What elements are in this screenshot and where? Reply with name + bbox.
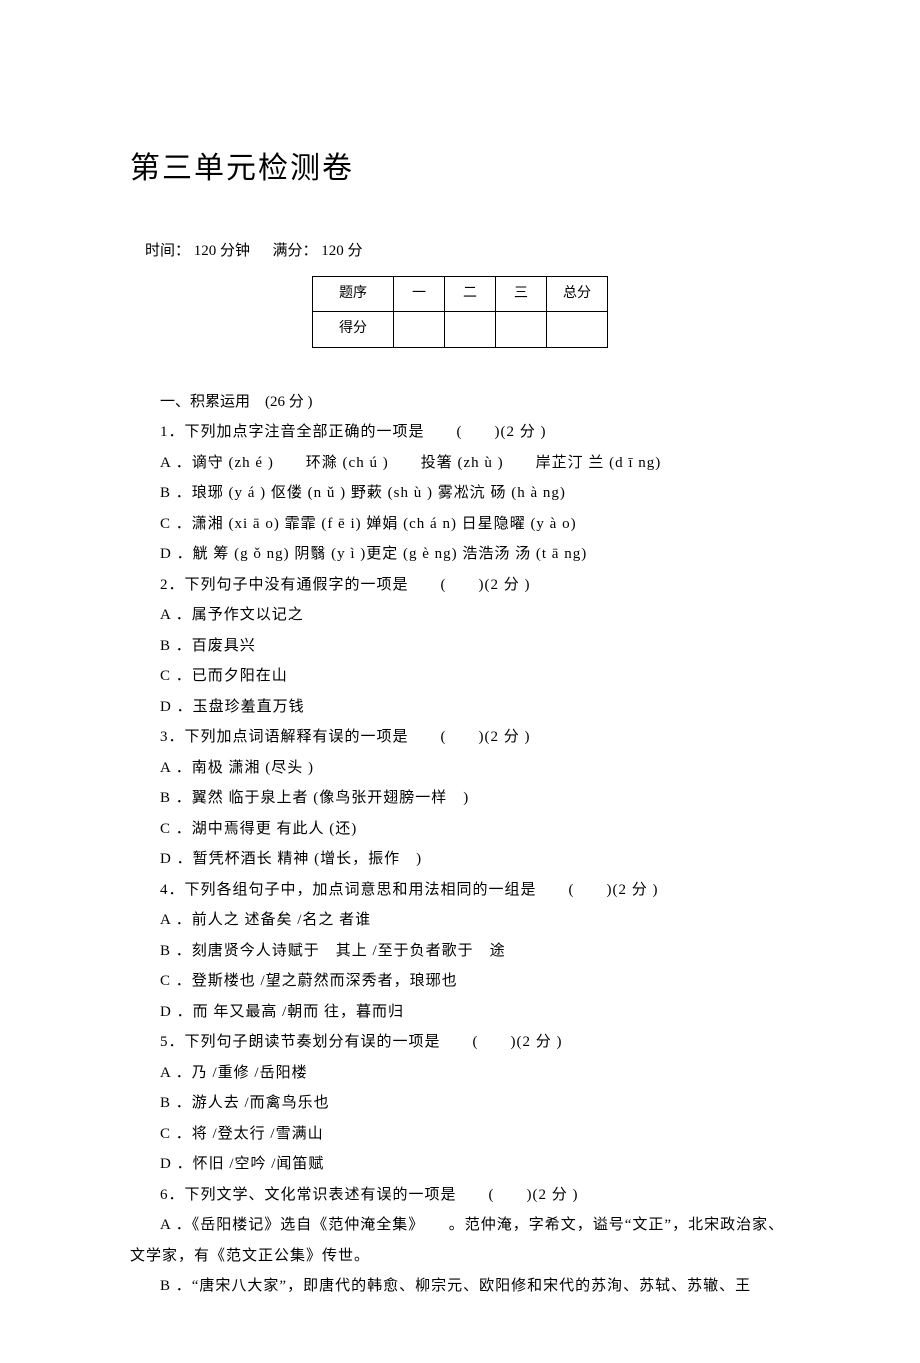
score-table: 题序 一 二 三 总分 得分 [312, 276, 608, 348]
q1: 1．下列加点字注音全部正确的一项是 ( )(2 分 ) [130, 418, 790, 447]
q2: 2．下列句子中没有通假字的一项是 ( )(2 分 ) [130, 571, 790, 600]
table-header-label: 题序 [313, 276, 394, 312]
q4-opt-d: D ．而 年又最高 /朝而 往，暮而归 [130, 998, 790, 1027]
table-score-2 [445, 312, 496, 348]
q6-opt-a-line2: 文学家，有《范文正公集》传世。 [130, 1242, 790, 1271]
q4-opt-b: B ．刻唐贤今人诗赋于 其上 /至于负者歌于 途 [130, 937, 790, 966]
q1-opt-a: A ．谪守 (zh é ) 环滁 (ch ú ) 投箸 (zh ù ) 岸芷汀 … [130, 449, 790, 478]
q3-opt-d: D ．暂凭杯酒长 精神 (增长，振作 ) [130, 845, 790, 874]
q4: 4．下列各组句子中，加点词意思和用法相同的一组是 ( )(2 分 ) [130, 876, 790, 905]
q2-opt-c: C ．已而夕阳在山 [130, 662, 790, 691]
q3-opt-b: B ．翼然 临于泉上者 (像鸟张开翅膀一样 ) [130, 784, 790, 813]
q3: 3．下列加点词语解释有误的一项是 ( )(2 分 ) [130, 723, 790, 752]
q1-opt-d: D ．觥 筹 (g ǒ ng) 阴翳 (y ì )更定 (g è ng) 浩浩汤… [130, 540, 790, 569]
q5-opt-a: A ．乃 /重修 /岳阳楼 [130, 1059, 790, 1088]
full-label: 满分： [273, 243, 318, 259]
q1-opt-b: B ．琅琊 (y á ) 伛偻 (n ǔ ) 野蔌 (sh ù ) 雾凇沆 砀 … [130, 479, 790, 508]
page-title: 第三单元检测卷 [130, 140, 790, 197]
q2-opt-b: B ．百废具兴 [130, 632, 790, 661]
q1-opt-c: C ．潇湘 (xi ā o) 霏霏 (f ē i) 婵娟 (ch á n) 日星… [130, 510, 790, 539]
table-col-2: 二 [445, 276, 496, 312]
full-value: 120 分 [321, 243, 362, 259]
time-label: 时间： [145, 243, 190, 259]
table-col-1: 一 [394, 276, 445, 312]
q6-opt-b: B ．“唐宋八大家”，即唐代的韩愈、柳宗元、欧阳修和宋代的苏洵、苏轼、苏辙、王 [130, 1272, 790, 1301]
q6: 6．下列文学、文化常识表述有误的一项是 ( )(2 分 ) [130, 1181, 790, 1210]
q5-opt-d: D ．怀旧 /空吟 /闻笛赋 [130, 1150, 790, 1179]
time-full-row: 时间： 120 分钟 满分： 120 分 [130, 237, 790, 266]
table-col-total: 总分 [547, 276, 608, 312]
section-1-heading: 一、积累运用 (26 分 ) [130, 388, 790, 417]
q3-opt-a: A ．南极 潇湘 (尽头 ) [130, 754, 790, 783]
table-score-total [547, 312, 608, 348]
q2-opt-a: A ．属予作文以记之 [130, 601, 790, 630]
q2-opt-d: D ．玉盘珍羞直万钱 [130, 693, 790, 722]
time-value: 120 分钟 [194, 243, 250, 259]
q4-opt-c: C ．登斯楼也 /望之蔚然而深秀者，琅琊也 [130, 967, 790, 996]
table-score-1 [394, 312, 445, 348]
table-col-3: 三 [496, 276, 547, 312]
q5: 5．下列句子朗读节奏划分有误的一项是 ( )(2 分 ) [130, 1028, 790, 1057]
q5-opt-b: B ．游人去 /而禽鸟乐也 [130, 1089, 790, 1118]
q5-opt-c: C ．将 /登太行 /雪满山 [130, 1120, 790, 1149]
q6-opt-a-line1: A ．《岳阳楼记》选自《范仲淹全集》 。范仲淹，字希文，谥号“文正”，北宋政治家… [130, 1211, 790, 1240]
q4-opt-a: A ．前人之 述备矣 /名之 者谁 [130, 906, 790, 935]
q3-opt-c: C ．湖中焉得更 有此人 (还) [130, 815, 790, 844]
table-score-3 [496, 312, 547, 348]
table-score-label: 得分 [313, 312, 394, 348]
